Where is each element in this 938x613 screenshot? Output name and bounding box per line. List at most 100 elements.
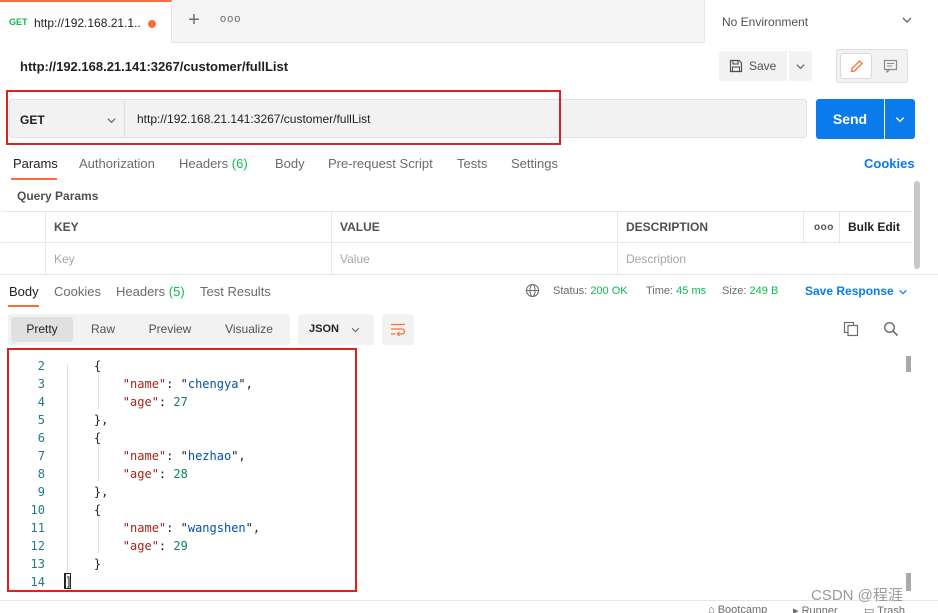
chevron-down-icon (107, 118, 116, 124)
tab-label: Pre-request Script (328, 156, 433, 171)
save-button[interactable]: Save (719, 51, 787, 81)
more-tabs-icon[interactable]: ooo (220, 13, 240, 29)
trash-link[interactable]: ▭ Trash (864, 604, 905, 613)
view-raw-button[interactable]: Raw (75, 317, 131, 342)
tab-label: Settings (511, 156, 558, 171)
json-string: hezhao (187, 449, 232, 463)
tab-body[interactable]: Body (275, 156, 305, 171)
trash-label: Trash (877, 605, 905, 613)
wrap-lines-button[interactable] (382, 314, 414, 345)
method-select[interactable]: GET (9, 99, 124, 138)
code-line: 5 }, (0, 411, 900, 429)
globe-icon[interactable] (525, 283, 540, 298)
response-tab-cookies[interactable]: Cookies (54, 284, 101, 299)
editor-scrollbar-bottom[interactable] (906, 573, 911, 591)
response-tab-test-results[interactable]: Test Results (200, 284, 271, 299)
code-line: 9 }, (0, 483, 900, 501)
code-line: 3 "name": "chengya", (0, 375, 900, 393)
tab-authorization[interactable]: Authorization (79, 156, 155, 171)
status-readout: Status: 200 OK (553, 285, 628, 297)
header-description: DESCRIPTION (617, 212, 803, 243)
unsaved-dot-icon (148, 20, 156, 28)
json-key: "name" (122, 377, 167, 391)
line-number: 7 (37, 449, 45, 463)
new-tab-plus-icon[interactable]: + (185, 10, 203, 31)
code-line: 13 } (0, 555, 900, 573)
runner-label: Runner (801, 605, 838, 613)
tab-pre-request-script[interactable]: Pre-request Script (328, 156, 433, 171)
tab-label: Cookies (54, 284, 101, 299)
response-body-editor[interactable]: 2 { 3 "name": "chengya", 4 "age": 27 5 }… (0, 356, 938, 591)
request-tab-title: http://192.168.21.1... (34, 16, 140, 30)
time-readout: Time: 45 ms (646, 285, 706, 297)
trash-icon: ▭ (864, 605, 875, 613)
runner-link[interactable]: ▸ Runner (793, 604, 838, 613)
tab-label: Headers (179, 156, 229, 171)
active-tab-underline (8, 305, 39, 307)
tab-settings[interactable]: Settings (511, 156, 558, 171)
code-text: }, (65, 483, 108, 501)
code-line: 11 "name": "wangshen", (0, 519, 900, 537)
bootcamp-label: Bootcamp (717, 604, 768, 613)
request-tab[interactable]: GET http://192.168.21.1... (0, 0, 172, 43)
bracket-match-cursor (64, 573, 71, 589)
line-number: 14 (30, 575, 45, 589)
bulk-edit-button[interactable]: Bulk Edit (839, 212, 912, 243)
editor-scrollbar-top[interactable] (906, 356, 911, 372)
brace-close: }, (93, 485, 109, 499)
code-text: { (65, 501, 101, 519)
line-number: 4 (37, 395, 45, 409)
request-scrollbar[interactable] (914, 181, 920, 269)
status-label: Status: (553, 285, 588, 297)
more-options-icon[interactable]: ooo (803, 212, 839, 243)
header-value: VALUE (331, 212, 617, 243)
key-input[interactable]: Key (45, 244, 331, 275)
active-tab-underline (11, 178, 57, 180)
url-input[interactable] (124, 99, 807, 138)
save-label: Save (749, 59, 777, 73)
tab-label: Headers (116, 284, 166, 299)
response-bar: Body Cookies Headers (5) Test Results St… (0, 274, 938, 308)
view-preview-button[interactable]: Preview (136, 317, 204, 342)
send-button[interactable]: Send (816, 99, 884, 139)
format-select[interactable]: JSON (298, 314, 374, 345)
code-text: "age": 29 (122, 539, 188, 553)
cookies-link[interactable]: Cookies (864, 156, 915, 171)
brace-open: { (93, 503, 102, 517)
wrap-lines-icon (391, 323, 406, 337)
code-text: "age": 27 (122, 395, 188, 409)
status-bar: ⌂ Bootcamp ▸ Runner ▭ Trash (0, 600, 938, 613)
runner-icon: ▸ (793, 605, 799, 613)
tab-label: Authorization (79, 156, 155, 171)
tab-headers[interactable]: Headers (6) (179, 156, 248, 171)
save-options-button[interactable] (789, 51, 812, 81)
save-response-button[interactable]: Save Response (805, 284, 908, 298)
bootcamp-link[interactable]: ⌂ Bootcamp (708, 604, 767, 613)
line-number: 6 (37, 431, 45, 445)
comments-button[interactable] (875, 53, 907, 79)
search-icon[interactable] (883, 321, 899, 337)
value-input[interactable]: Value (331, 244, 617, 275)
environment-label: No Environment (722, 15, 809, 29)
copy-icon[interactable] (843, 321, 859, 337)
response-tab-body[interactable]: Body (9, 284, 39, 299)
brace-close: }, (93, 413, 109, 427)
tab-count: (6) (231, 156, 248, 171)
code-line: 4 "age": 27 (0, 393, 900, 411)
response-tab-headers[interactable]: Headers (5) (116, 284, 185, 299)
environment-selector[interactable]: No Environment (704, 0, 938, 43)
tab-tests[interactable]: Tests (457, 156, 487, 171)
table-header-row: KEY VALUE DESCRIPTION ooo Bulk Edit (1, 212, 912, 243)
code-text: "name": "chengya", (122, 377, 253, 391)
send-options-button[interactable] (885, 99, 915, 139)
request-title: http://192.168.21.141:3267/customer/full… (20, 59, 289, 74)
description-input[interactable]: Description (617, 244, 912, 275)
edit-button[interactable] (840, 53, 872, 79)
view-pretty-button[interactable]: Pretty (11, 317, 73, 342)
brace-open: { (93, 359, 102, 373)
format-label: JSON (309, 323, 339, 335)
tab-params[interactable]: Params (13, 156, 58, 171)
chevron-down-icon (902, 17, 912, 23)
view-visualize-button[interactable]: Visualize (212, 317, 286, 342)
code-line: 2 { (0, 357, 900, 375)
